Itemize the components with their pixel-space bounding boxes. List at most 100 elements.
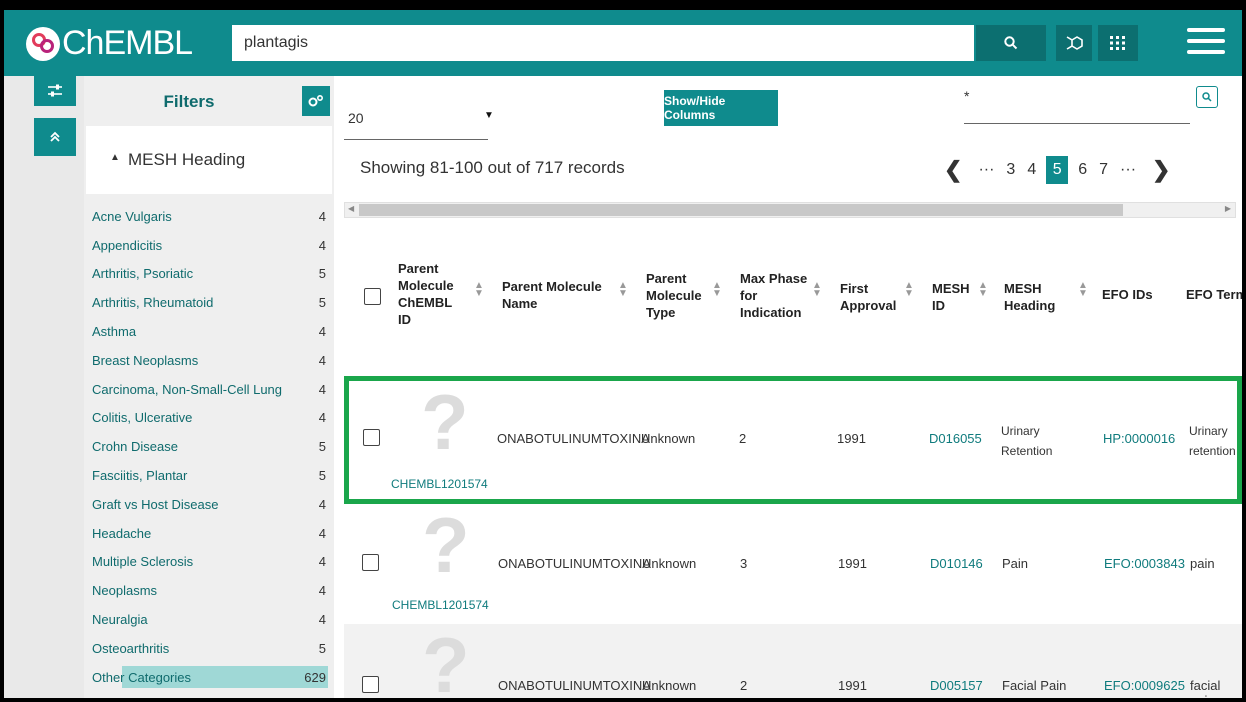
page-link[interactable]: 4 xyxy=(1027,161,1036,179)
filter-item[interactable]: Pain 5 xyxy=(84,692,334,702)
filter-item-label: Colitis, Ulcerative xyxy=(92,410,193,426)
filter-item[interactable]: Asthma 4 xyxy=(84,317,334,346)
mesh-id-link[interactable]: D005157 xyxy=(930,678,983,693)
filter-item[interactable]: Multiple Sclerosis 4 xyxy=(84,548,334,577)
pager-ellipsis[interactable]: ··· xyxy=(1120,161,1136,179)
scrollbar-thumb[interactable] xyxy=(359,204,1123,216)
filter-item[interactable]: Crohn Disease 5 xyxy=(84,432,334,461)
prev-page-icon[interactable]: ❮ xyxy=(944,157,962,183)
row-checkbox[interactable] xyxy=(362,554,379,571)
table-row[interactable]: ? ONABOTULINUMTOXINA Unknown 2 1991 D005… xyxy=(344,621,1242,702)
mesh-heading-label: MESH Heading xyxy=(128,150,246,169)
filter-item[interactable]: Osteoarthritis 5 xyxy=(84,634,334,663)
hamburger-menu-icon[interactable] xyxy=(1187,28,1225,58)
select-all-checkbox[interactable] xyxy=(364,288,381,305)
filter-item[interactable]: Other Categories 629 xyxy=(84,663,334,692)
structure-search-button[interactable] xyxy=(1056,25,1092,61)
search-button[interactable] xyxy=(976,25,1046,61)
col-header-efo-term[interactable]: EFO Term xyxy=(1186,286,1242,303)
page-link-active[interactable]: 5 xyxy=(1046,156,1069,184)
search-icon xyxy=(1004,36,1018,50)
filter-item[interactable]: Breast Neoplasms 4 xyxy=(84,346,334,375)
filter-item[interactable]: Fasciitis, Plantar 5 xyxy=(84,461,334,490)
filter-item[interactable]: Appendicitis 4 xyxy=(84,231,334,260)
next-page-icon[interactable]: ❯ xyxy=(1152,157,1170,183)
table-row[interactable]: ? CHEMBL1201574 ONABOTULINUMTOXINA Unkno… xyxy=(344,501,1242,624)
sort-icon[interactable]: ▲ ▼ xyxy=(904,281,914,299)
parent-name-cell: ONABOTULINUMTOXINA xyxy=(498,556,651,571)
sliders-icon[interactable] xyxy=(34,76,76,106)
grid-icon xyxy=(1110,36,1125,50)
col-header-mesh-id[interactable]: MESH ID xyxy=(932,280,972,314)
row-checkbox[interactable] xyxy=(362,676,379,693)
sort-icon[interactable]: ▲ ▼ xyxy=(712,281,722,299)
filter-item-count: 5 xyxy=(318,439,326,455)
first-approval-cell: 1991 xyxy=(838,678,867,693)
max-phase-cell: 3 xyxy=(740,556,748,571)
filter-item[interactable]: Neoplasms 4 xyxy=(84,576,334,605)
table-search-icon[interactable] xyxy=(1196,86,1218,108)
efo-term-cell: pain xyxy=(1190,556,1215,571)
chembl-id-link[interactable]: CHEMBL1201574 xyxy=(391,477,488,491)
mesh-id-link[interactable]: D010146 xyxy=(930,556,983,571)
horizontal-scrollbar[interactable]: ◀ ▶ xyxy=(344,202,1236,218)
app-title[interactable]: ChEMBL xyxy=(62,24,193,63)
mesh-id-link[interactable]: D016055 xyxy=(929,431,982,446)
filter-item-label: Pain xyxy=(92,698,118,702)
browse-button[interactable] xyxy=(1098,25,1138,61)
col-header-parent-type[interactable]: Parent Molecule Type xyxy=(646,270,706,321)
mesh-heading-cell: Facial Pain xyxy=(1002,678,1067,693)
filter-item[interactable]: Headache 4 xyxy=(84,519,334,548)
filter-item[interactable]: Arthritis, Psoriatic 5 xyxy=(84,260,334,289)
show-hide-columns-button[interactable]: Show/Hide Columns xyxy=(664,90,778,126)
filter-item-label: Arthritis, Rheumatoid xyxy=(92,295,214,311)
row-checkbox[interactable] xyxy=(363,429,380,446)
page-link[interactable]: 7 xyxy=(1099,161,1108,179)
chembl-logo-icon[interactable] xyxy=(26,27,60,61)
filter-item-label: Appendicitis xyxy=(92,237,163,253)
table-row-selected[interactable]: ? CHEMBL1201574 ONABOTULINUMTOXINA Unkno… xyxy=(344,376,1242,504)
first-approval-cell: 1991 xyxy=(838,556,867,571)
scroll-left-icon[interactable]: ◀ xyxy=(348,204,354,213)
scroll-right-icon[interactable]: ▶ xyxy=(1225,204,1231,213)
search-input[interactable] xyxy=(232,25,974,61)
page-size-select[interactable]: 20 ▼ xyxy=(344,102,494,140)
filter-item-count: 4 xyxy=(318,208,326,224)
page-link[interactable]: 3 xyxy=(1006,161,1015,179)
filter-item[interactable]: Neuralgia 4 xyxy=(84,605,334,634)
page-link[interactable]: 6 xyxy=(1078,161,1087,179)
sort-icon[interactable]: ▲ ▼ xyxy=(978,281,988,299)
efo-id-link[interactable]: EFO:0009625 xyxy=(1104,678,1185,693)
sort-icon[interactable]: ▲ ▼ xyxy=(618,281,628,299)
structure-placeholder-icon: ? xyxy=(421,378,469,466)
collapse-up-icon[interactable] xyxy=(34,118,76,156)
table-search-input[interactable]: * xyxy=(964,88,1190,124)
mesh-heading-toggle[interactable]: ▲ MESH Heading xyxy=(86,126,332,194)
col-header-parent-name[interactable]: Parent Molecule Name xyxy=(502,278,612,312)
efo-id-link[interactable]: HP:0000016 xyxy=(1103,431,1175,446)
molecule-icon xyxy=(1066,36,1083,50)
sort-icon[interactable]: ▲ ▼ xyxy=(812,281,822,299)
col-header-efo-ids[interactable]: EFO IDs xyxy=(1102,286,1172,303)
col-header-max-phase[interactable]: Max Phase for Indication xyxy=(740,270,814,321)
parent-type-cell: Unknown xyxy=(641,431,696,446)
filter-item[interactable]: Acne Vulgaris 4 xyxy=(84,202,334,231)
col-header-parent-id[interactable]: Parent Molecule ChEMBL ID xyxy=(398,260,468,328)
chembl-id-link[interactable]: CHEMBL1201574 xyxy=(392,598,489,612)
filter-item-count: 5 xyxy=(318,295,326,311)
dropdown-caret-icon: ▼ xyxy=(484,110,494,121)
filters-settings-icon[interactable] xyxy=(302,86,330,116)
filter-item[interactable]: Carcinoma, Non-Small-Cell Lung 4 xyxy=(84,375,334,404)
parent-name-cell: ONABOTULINUMTOXINA xyxy=(498,678,651,693)
efo-id-link[interactable]: EFO:0003843 xyxy=(1104,556,1185,571)
filter-item[interactable]: Arthritis, Rheumatoid 5 xyxy=(84,288,334,317)
sort-icon[interactable]: ▲ ▼ xyxy=(1078,281,1088,299)
pager-ellipsis[interactable]: ··· xyxy=(978,161,994,179)
structure-placeholder-icon: ? xyxy=(422,621,470,702)
filter-item[interactable]: Colitis, Ulcerative 4 xyxy=(84,404,334,433)
efo-term-cell: facial pain xyxy=(1190,678,1221,702)
filter-item[interactable]: Graft vs Host Disease 4 xyxy=(84,490,334,519)
sort-icon[interactable]: ▲ ▼ xyxy=(474,281,484,299)
col-header-first-approval[interactable]: First Approval xyxy=(840,280,904,314)
col-header-mesh-heading[interactable]: MESH Heading xyxy=(1004,280,1064,314)
